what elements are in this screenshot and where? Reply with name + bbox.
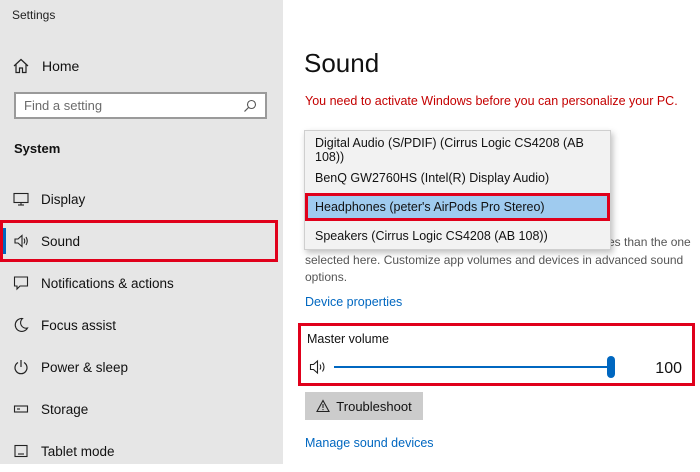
moon-icon [14,317,29,332]
master-volume-slider-thumb[interactable] [607,356,615,378]
monitor-icon [13,192,29,206]
search-icon [244,99,257,112]
sidebar-item-power-sleep[interactable]: Power & sleep [0,346,283,388]
manage-sound-devices-link[interactable]: Manage sound devices [305,436,434,450]
warning-icon [316,399,331,413]
sidebar-item-label: Notifications & actions [41,275,174,291]
sidebar-item-sound[interactable]: Sound [0,220,278,262]
sidebar-item-label: Focus assist [41,317,117,333]
nav-list: Display Sound Notifications & actions Fo… [0,178,283,472]
sidebar-item-focus-assist[interactable]: Focus assist [0,304,283,346]
sidebar-item-label: Storage [41,401,89,417]
device-properties-link[interactable]: Device properties [305,295,402,309]
troubleshoot-label: Troubleshoot [336,398,412,414]
dropdown-option-digital-audio[interactable]: Digital Audio (S/PDIF) (Cirrus Logic CS4… [305,136,610,164]
storage-icon [13,405,29,413]
sidebar-item-notifications[interactable]: Notifications & actions [0,262,283,304]
sidebar-item-tablet-mode[interactable]: Tablet mode [0,430,283,472]
nav-home-label: Home [42,58,80,74]
sidebar-item-label: Sound [41,233,81,249]
troubleshoot-button[interactable]: Troubleshoot [305,392,423,420]
master-volume-label: Master volume [307,332,389,346]
dropdown-option-headphones[interactable]: Headphones (peter's AirPods Pro Stereo) [305,193,610,221]
dropdown-option-speakers[interactable]: Speakers (Cirrus Logic CS4208 (AB 108)) [305,222,610,250]
sidebar: Settings Home Find a setting System Disp… [0,0,283,464]
output-device-dropdown-list[interactable]: Digital Audio (S/PDIF) (Cirrus Logic CS4… [304,130,611,250]
power-icon [14,360,28,375]
search-placeholder: Find a setting [24,98,103,113]
notification-icon [13,276,29,291]
sidebar-item-label: Power & sleep [41,359,129,375]
page-title: Sound [304,48,380,78]
sidebar-item-display[interactable]: Display [0,178,283,220]
nav-home[interactable]: Home [12,54,272,78]
sidebar-item-label: Display [41,191,86,207]
dropdown-option-benq-display-audio[interactable]: BenQ GW2760HS (Intel(R) Display Audio) [305,164,610,192]
speaker-icon[interactable] [309,359,327,375]
search-input[interactable]: Find a setting [14,92,267,119]
description-line-1: es than the one [608,235,691,249]
sidebar-item-storage[interactable]: Storage [0,388,283,430]
sidebar-item-label: Tablet mode [41,443,115,459]
home-icon [13,58,29,74]
master-volume-value: 100 [655,360,682,377]
section-title: System [14,141,61,156]
tablet-icon [14,444,28,458]
description-line-3: options. [305,270,348,284]
activation-warning: You need to activate Windows before you … [305,94,678,108]
master-volume-slider[interactable] [334,366,609,368]
app-title: Settings [12,8,56,22]
description-line-2: selected here. Customize app volumes and… [305,253,684,267]
speaker-icon [14,234,28,248]
master-volume-section: Master volume 100 [298,323,695,386]
